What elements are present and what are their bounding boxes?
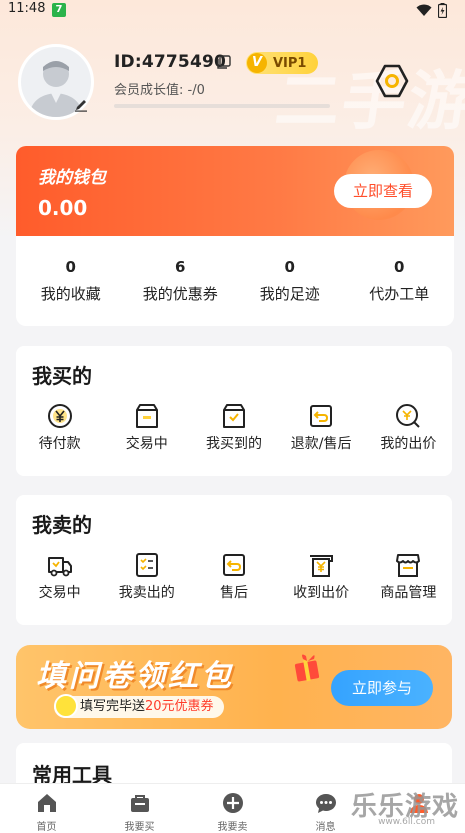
wallet-header: 我的钱包 0.00 立即查看 — [16, 146, 454, 236]
status-bar: 11:48 7 — [0, 0, 465, 22]
buy-item-refund[interactable]: 退款/售后 — [278, 402, 365, 453]
buy-section-title: 我买的 — [32, 364, 92, 388]
stat-value: 6 — [175, 258, 186, 276]
banner-subtitle: 填写完毕送20元优惠券 — [54, 696, 224, 718]
sell-item-received-bids[interactable]: 收到出价 — [278, 551, 365, 602]
wallet-card: 我的钱包 0.00 立即查看 0 我的收藏 6 我的优惠券 0 我的足迹 0 代… — [16, 146, 454, 326]
status-indicators — [416, 3, 447, 18]
survey-banner[interactable]: 填问卷领红包 填写完毕送20元优惠券 立即参与 — [16, 645, 452, 729]
status-time: 11:48 — [8, 1, 46, 16]
vip-letter: V — [247, 53, 267, 73]
site-watermark-url: www.6ll.com — [378, 817, 435, 827]
sell-item-after-sales[interactable]: 售后 — [190, 551, 277, 602]
buy-item-in-trade[interactable]: 交易中 — [103, 402, 190, 453]
growth-value: 会员成长值: -/0 — [114, 83, 205, 98]
wallet-stats: 0 我的收藏 6 我的优惠券 0 我的足迹 0 代办工单 — [16, 258, 454, 304]
return-icon — [310, 405, 333, 427]
join-survey-button[interactable]: 立即参与 — [331, 670, 433, 706]
nav-label: 我要买 — [124, 822, 155, 833]
stat-label: 我的足迹 — [259, 285, 320, 303]
nav-label: 我要卖 — [217, 822, 248, 833]
bid-icon — [396, 404, 421, 428]
vip-badge[interactable]: V VIP1 — [246, 52, 318, 74]
box-check-icon — [222, 404, 245, 428]
wallet-balance: 0.00 — [38, 196, 88, 220]
stat-value: 0 — [394, 258, 405, 276]
sell-item-in-trade[interactable]: 交易中 — [16, 551, 103, 602]
nav-home[interactable]: 首页 — [0, 784, 93, 833]
edit-icon[interactable] — [74, 98, 88, 112]
sell-item-label: 我卖出的 — [118, 585, 175, 601]
banner-sub-prefix: 填写完毕送 — [80, 699, 146, 714]
wallet-title: 我的钱包 — [38, 168, 106, 188]
checklist-icon — [135, 553, 158, 577]
nav-label: 首页 — [36, 822, 57, 833]
store-icon — [396, 554, 421, 577]
yen-circle-icon — [47, 404, 72, 428]
bag-icon — [130, 795, 149, 812]
smile-icon — [54, 694, 78, 718]
view-wallet-button[interactable]: 立即查看 — [334, 174, 432, 208]
gift-icon — [294, 654, 320, 682]
banner-sub-highlight: 20元优惠券 — [145, 699, 214, 714]
message-icon — [315, 794, 336, 813]
buy-item-label: 待付款 — [38, 436, 81, 452]
sell-item-sold[interactable]: 我卖出的 — [103, 551, 190, 602]
buy-items-row: 待付款 交易中 我买到的 退款/售后 我的出价 — [16, 402, 452, 453]
buy-item-label: 我买到的 — [205, 436, 262, 452]
buy-item-label: 我的出价 — [380, 436, 437, 452]
stat-label: 我的收藏 — [40, 285, 101, 303]
stat-history[interactable]: 0 我的足迹 — [235, 258, 345, 304]
settings-icon[interactable] — [374, 63, 410, 99]
sell-item-label: 售后 — [219, 585, 248, 601]
box-icon — [135, 404, 158, 428]
banner-title: 填问卷领红包 — [36, 659, 234, 694]
sell-section-card: 我卖的 交易中 我卖出的 售后 收到出价 商品管理 — [16, 495, 452, 625]
stat-label: 我的优惠券 — [142, 285, 218, 303]
notification-badge-icon: 7 — [52, 3, 66, 17]
sell-item-label: 商品管理 — [380, 585, 437, 601]
plus-circle-icon — [222, 793, 243, 813]
stat-coupons[interactable]: 6 我的优惠券 — [126, 258, 236, 304]
sell-item-product-management[interactable]: 商品管理 — [365, 551, 452, 602]
stat-value: 0 — [65, 258, 76, 276]
nav-sell[interactable]: 我要卖 — [186, 784, 279, 833]
stat-value: 0 — [284, 258, 295, 276]
buy-item-my-bids[interactable]: 我的出价 — [365, 402, 452, 453]
wifi-icon — [416, 4, 432, 16]
sell-item-label: 交易中 — [38, 585, 81, 601]
stat-label: 代办工单 — [369, 285, 430, 303]
buy-section-card: 我买的 待付款 交易中 我买到的 退款/售后 我的出价 — [16, 346, 452, 476]
vip-label: VIP1 — [273, 55, 307, 71]
sell-item-label: 收到出价 — [293, 585, 350, 601]
battery-icon — [438, 3, 447, 18]
buy-item-label: 退款/售后 — [290, 436, 352, 452]
return-icon — [222, 554, 245, 576]
nav-buy[interactable]: 我要买 — [93, 784, 186, 833]
copy-icon[interactable] — [216, 55, 231, 70]
user-id: ID:4775490 — [114, 52, 227, 72]
sell-items-row: 交易中 我卖出的 售后 收到出价 商品管理 — [16, 551, 452, 602]
stat-work-orders[interactable]: 0 代办工单 — [345, 258, 455, 304]
sell-section-title: 我卖的 — [32, 513, 92, 537]
yen-receipt-icon — [310, 555, 334, 577]
home-icon — [37, 794, 56, 812]
buy-item-purchased[interactable]: 我买到的 — [190, 402, 277, 453]
buy-item-label: 交易中 — [125, 436, 168, 452]
stat-favorites[interactable]: 0 我的收藏 — [16, 258, 126, 304]
truck-icon — [47, 557, 72, 577]
growth-progress-bar — [114, 104, 330, 108]
buy-item-pending-payment[interactable]: 待付款 — [16, 402, 103, 453]
